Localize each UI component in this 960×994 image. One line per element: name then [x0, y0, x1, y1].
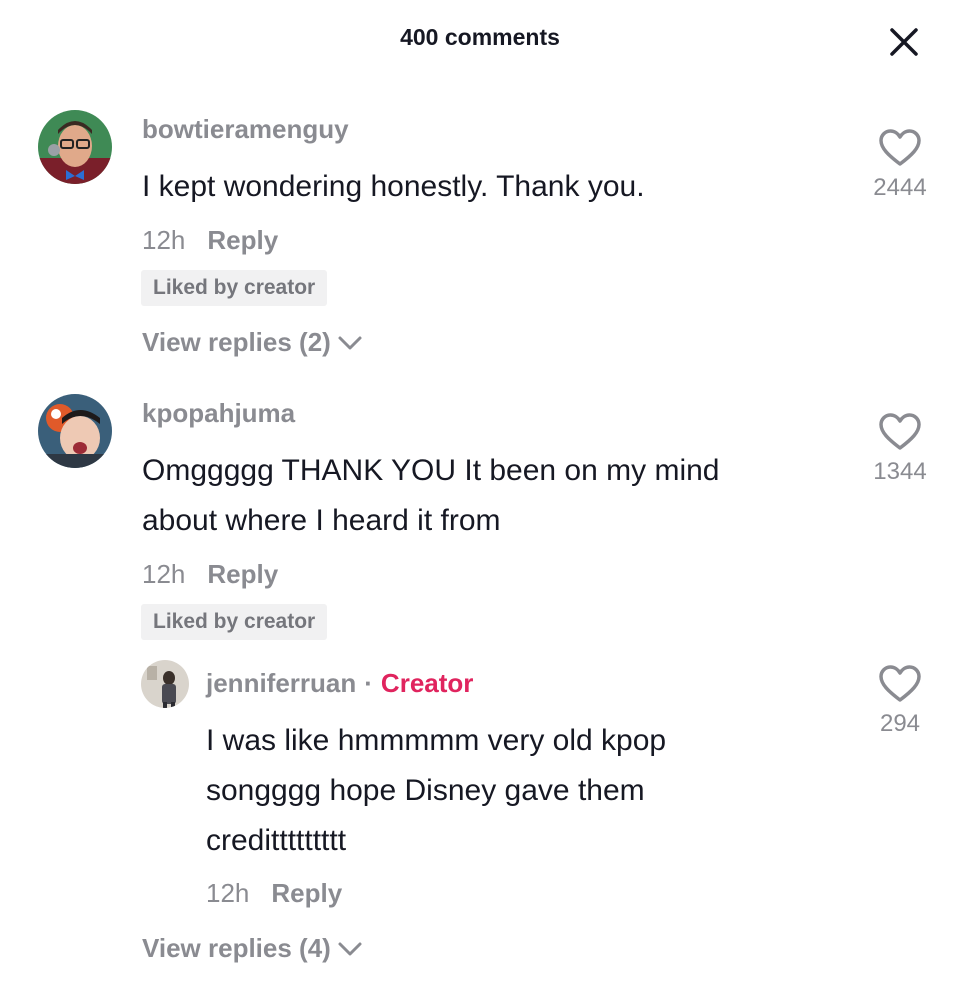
- like-count: 1344: [873, 458, 927, 485]
- reply-button[interactable]: Reply: [207, 559, 278, 589]
- comments-header-title: 400 comments: [400, 24, 560, 50]
- creator-badge: Creator: [380, 668, 474, 698]
- comment-text-line: Omggggg THANK YOU It been on my mind: [142, 454, 720, 487]
- reply-text-line: credittttttttt: [206, 824, 347, 857]
- view-replies-label: View replies (2): [142, 327, 331, 357]
- reply-username[interactable]: jenniferruan: [206, 668, 356, 698]
- view-replies-button[interactable]: View replies (4): [142, 933, 363, 964]
- comment-text-line: about where I heard it from: [142, 504, 501, 537]
- reply-time: 12h: [206, 878, 250, 908]
- reply-button[interactable]: Reply: [207, 225, 278, 255]
- comment-username[interactable]: kpopahjuma: [142, 398, 295, 429]
- like-count: 2444: [873, 174, 927, 201]
- liked-by-creator-badge: Liked by creator: [141, 604, 328, 640]
- comment-text: I kept wondering honestly. Thank you.: [142, 162, 645, 212]
- heart-icon[interactable]: [878, 412, 922, 452]
- heart-icon[interactable]: [878, 128, 922, 168]
- liked-by-creator-badge: Liked by creator: [141, 270, 328, 306]
- avatar[interactable]: [141, 660, 189, 708]
- comment-time: 12h: [142, 559, 186, 589]
- like-count: 294: [879, 710, 921, 737]
- comment-text-line: I kept wondering honestly. Thank you.: [142, 170, 645, 203]
- chevron-down-icon: [338, 336, 362, 349]
- view-replies-button[interactable]: View replies (2): [142, 327, 363, 358]
- comment-meta: 12h Reply: [142, 225, 278, 256]
- separator-dot: ·: [364, 668, 373, 698]
- reply-button[interactable]: Reply: [271, 878, 342, 908]
- avatar[interactable]: [38, 394, 112, 468]
- avatar[interactable]: [38, 110, 112, 184]
- like-column: 2444: [855, 128, 945, 202]
- heart-icon[interactable]: [878, 664, 922, 704]
- reply-text-line: I was like hmmmmm very old kpop: [206, 724, 667, 757]
- view-replies-label: View replies (4): [142, 933, 331, 963]
- close-icon: [890, 28, 918, 56]
- reply-username-row: jenniferruan · Creator: [206, 668, 473, 699]
- close-button[interactable]: [880, 18, 928, 66]
- comment-text: Omggggg THANK YOU It been on my mind abo…: [142, 446, 720, 546]
- like-column: 1344: [855, 412, 945, 486]
- comment-username[interactable]: bowtieramenguy: [142, 114, 349, 145]
- comment-meta: 12h Reply: [142, 559, 278, 590]
- reply-text: I was like hmmmmm very old kpop songggg …: [206, 716, 666, 866]
- chevron-down-icon: [338, 942, 362, 955]
- reply-text-line: songggg hope Disney gave them: [206, 774, 645, 807]
- reply-meta: 12h Reply: [206, 878, 342, 909]
- like-column: 294: [855, 664, 945, 738]
- comment-time: 12h: [142, 225, 186, 255]
